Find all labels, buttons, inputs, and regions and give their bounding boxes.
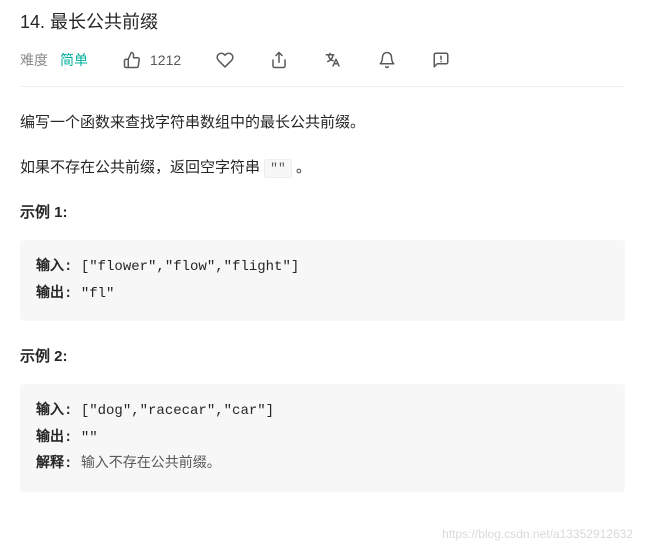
- example-2-explain-label: 解释:: [36, 456, 81, 472]
- difficulty-label: 难度: [20, 50, 48, 70]
- problem-paragraph-1: 编写一个函数来查找字符串数组中的最长公共前缀。: [20, 109, 625, 136]
- example-2-input-label: 输入:: [36, 403, 81, 419]
- example-2-heading: 示例 2:: [20, 343, 625, 370]
- heart-icon[interactable]: [215, 50, 235, 70]
- thumbs-up-icon: [122, 50, 142, 70]
- share-icon[interactable]: [269, 50, 289, 70]
- watermark: https://blog.csdn.net/a13352912632: [442, 527, 633, 541]
- example-1-output-value: "fl": [81, 286, 115, 302]
- p2-pre: 如果不存在公共前缀，返回空字符串: [20, 159, 264, 176]
- problem-content: 编写一个函数来查找字符串数组中的最长公共前缀。 如果不存在公共前缀，返回空字符串…: [20, 87, 625, 492]
- example-2-code: 输入: ["dog","racecar","car"] 输出: "" 解释: 输…: [20, 384, 625, 492]
- p2-post: 。: [292, 159, 311, 176]
- example-1-heading: 示例 1:: [20, 199, 625, 226]
- problem-title: 14. 最长公共前缀: [20, 0, 625, 50]
- inline-code-empty-string: "": [264, 159, 292, 178]
- bell-icon[interactable]: [377, 50, 397, 70]
- meta-row: 难度 简单 1212: [20, 50, 625, 87]
- feedback-icon[interactable]: [431, 50, 451, 70]
- likes-count: 1212: [150, 52, 181, 68]
- example-2-output-label: 输出:: [36, 430, 81, 446]
- likes-button[interactable]: 1212: [122, 50, 181, 70]
- example-2-explain-value: 输入不存在公共前缀。: [81, 456, 221, 472]
- example-1-code: 输入: ["flower","flow","flight"] 输出: "fl": [20, 240, 625, 321]
- example-2-input-value: ["dog","racecar","car"]: [81, 403, 274, 419]
- problem-paragraph-2: 如果不存在公共前缀，返回空字符串 "" 。: [20, 154, 625, 181]
- example-2-output-value: "": [81, 430, 98, 446]
- example-1-input-value: ["flower","flow","flight"]: [81, 259, 299, 275]
- example-1-output-label: 输出:: [36, 286, 81, 302]
- translate-icon[interactable]: [323, 50, 343, 70]
- example-1-input-label: 输入:: [36, 259, 81, 275]
- difficulty-value: 简单: [60, 50, 88, 70]
